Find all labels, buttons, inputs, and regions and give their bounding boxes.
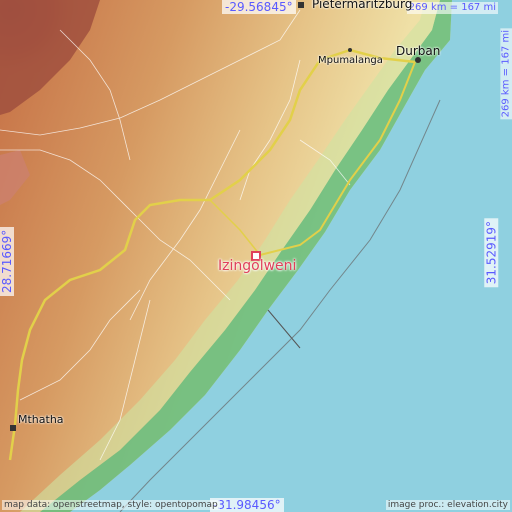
scale-vertical: 269 km = 167 mi (500, 28, 512, 120)
place-label-target: Izingolweni (218, 258, 297, 274)
coord-bottom-label: -31.98456° (210, 498, 284, 512)
mpumalanga-dot (348, 48, 352, 52)
mthatha-dot (10, 425, 16, 431)
coord-left-label: 28.71669° (0, 226, 14, 296)
pmb-dot (298, 2, 304, 8)
place-label-durban: Durban (396, 44, 441, 58)
map-credit: map data: openstreetmap, style: opentopo… (2, 500, 220, 510)
terrain-layer (0, 0, 512, 512)
processing-credit: image proc.: elevation.city (385, 500, 510, 510)
coord-right-label: 31.52919° (484, 218, 498, 288)
coord-top-label: -29.56845° (222, 0, 296, 14)
terrain-map[interactable]: -29.56845° -31.98456° 28.71669° 31.52919… (0, 0, 512, 512)
place-label-mpumalanga: Mpumalanga (318, 55, 383, 66)
place-label-mthatha: Mthatha (18, 413, 64, 426)
scale-horizontal: 269 km = 167 mi (406, 2, 498, 14)
place-label-pietermaritzburg: Pietermaritzburg (312, 0, 413, 11)
